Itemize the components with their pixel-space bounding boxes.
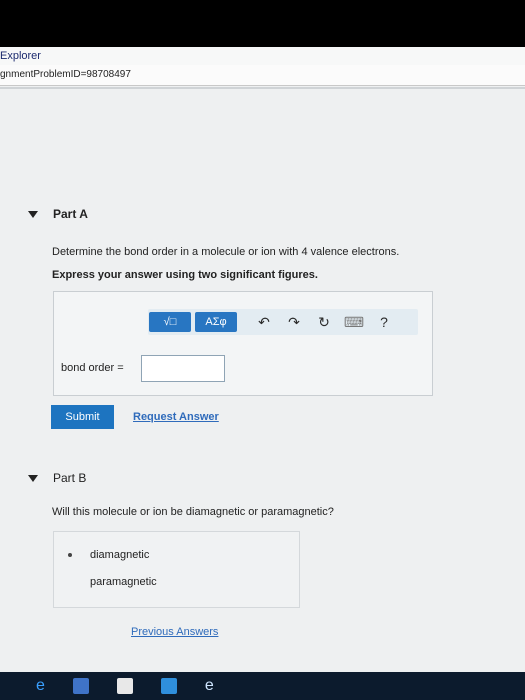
part-a-question: Determine the bond order in a molecule o… bbox=[52, 246, 400, 258]
option-diamagnetic[interactable]: diamagnetic bbox=[68, 549, 149, 561]
answer-panel bbox=[53, 291, 433, 396]
part-a-label: Part A bbox=[53, 207, 88, 221]
collapse-triangle-icon[interactable] bbox=[28, 474, 38, 482]
window-title-bar: Explorer bbox=[0, 47, 525, 65]
math-template-button[interactable]: √□ bbox=[149, 312, 191, 332]
part-b-header[interactable]: Part B bbox=[28, 471, 86, 485]
previous-answers-link[interactable]: Previous Answers bbox=[131, 626, 218, 638]
keyboard-icon[interactable]: ⌨ bbox=[339, 314, 369, 331]
greek-symbols-button[interactable]: ΑΣφ bbox=[195, 312, 237, 332]
option-label: paramagnetic bbox=[90, 576, 157, 588]
math-toolbar: √□ ΑΣφ ↶ ↷ ↻ ⌨ ? bbox=[148, 309, 418, 335]
redo-icon[interactable]: ↷ bbox=[279, 314, 309, 331]
edge-icon[interactable]: e bbox=[36, 677, 45, 695]
selected-radio-icon[interactable] bbox=[68, 553, 72, 557]
part-a-instruction: Express your answer using two significan… bbox=[52, 269, 318, 281]
app-tile-icon[interactable] bbox=[160, 678, 177, 694]
collapse-triangle-icon[interactable] bbox=[28, 210, 38, 218]
part-b-question: Will this molecule or ion be diamagnetic… bbox=[52, 506, 334, 518]
submit-label: Submit bbox=[65, 411, 100, 423]
submit-button[interactable]: Submit bbox=[51, 405, 114, 429]
browser-screen: Explorer gnmentProblemID=98708497 Part A… bbox=[0, 47, 525, 673]
greek-label: ΑΣφ bbox=[205, 316, 227, 328]
sqrt-icon: √□ bbox=[163, 316, 177, 328]
address-text: gnmentProblemID=98708497 bbox=[0, 69, 131, 80]
header-divider bbox=[0, 87, 525, 89]
file-explorer-icon[interactable] bbox=[72, 678, 89, 694]
bond-order-label: bond order = bbox=[61, 362, 124, 374]
taskbar: e e bbox=[0, 672, 525, 700]
window-title: Explorer bbox=[0, 50, 41, 62]
internet-explorer-icon[interactable]: e bbox=[205, 677, 214, 695]
help-icon[interactable]: ? bbox=[369, 314, 399, 330]
option-label: diamagnetic bbox=[90, 549, 150, 561]
bond-order-input[interactable] bbox=[141, 355, 225, 382]
request-answer-link[interactable]: Request Answer bbox=[133, 411, 219, 423]
option-paramagnetic[interactable]: paramagnetic bbox=[90, 576, 157, 588]
address-bar[interactable]: gnmentProblemID=98708497 bbox=[0, 65, 525, 86]
part-b-label: Part B bbox=[53, 471, 87, 485]
store-icon[interactable] bbox=[116, 678, 133, 694]
part-a-header[interactable]: Part A bbox=[28, 207, 88, 221]
choice-panel bbox=[53, 531, 300, 608]
reset-icon[interactable]: ↻ bbox=[309, 314, 339, 331]
undo-icon[interactable]: ↶ bbox=[249, 314, 279, 331]
